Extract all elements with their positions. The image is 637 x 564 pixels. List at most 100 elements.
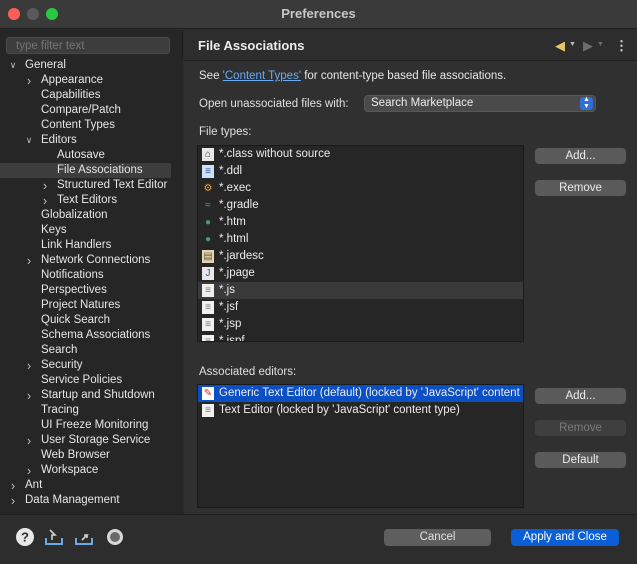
tree-item-compare-patch[interactable]: Compare/Patch: [0, 103, 171, 118]
tree-item-web-browser[interactable]: Web Browser: [0, 448, 171, 463]
export-preferences-icon[interactable]: [74, 527, 94, 547]
tree-item-label: Quick Search: [41, 314, 111, 326]
tree-item-capabilities[interactable]: Capabilities: [0, 88, 171, 103]
chevron-down-icon[interactable]: ∨: [8, 58, 18, 73]
apply-and-close-button[interactable]: Apply and Close: [511, 529, 619, 546]
file-type-item[interactable]: ⚙ *.exec: [198, 180, 523, 197]
tree-item-security[interactable]: › Security: [0, 358, 171, 373]
more-options-icon[interactable]: ⋮: [615, 38, 628, 54]
tree-item-link-handlers[interactable]: Link Handlers: [0, 238, 171, 253]
file-type-item[interactable]: ⌂ *.class without source: [198, 146, 523, 163]
tree-item-ui-freeze-monitoring[interactable]: UI Freeze Monitoring: [0, 418, 171, 433]
file-type-item[interactable]: ≈ *.gradle: [198, 197, 523, 214]
tree-item-globalization[interactable]: Globalization: [0, 208, 171, 223]
tree-item-label: Data Management: [25, 494, 120, 506]
web-globe-icon: ●: [204, 234, 212, 245]
filter-input[interactable]: [6, 37, 170, 54]
tree-item-label: Text Editors: [57, 194, 118, 206]
chevron-right-icon[interactable]: ›: [40, 178, 50, 193]
open-unassociated-select[interactable]: Search Marketplace ▲ ▼: [364, 95, 596, 112]
forward-arrow-icon[interactable]: ▶: [583, 38, 593, 54]
tree-item-service-policies[interactable]: Service Policies: [0, 373, 171, 388]
chevron-right-icon[interactable]: ›: [24, 253, 34, 268]
tree-item-search[interactable]: Search: [0, 343, 171, 358]
tree-item-perspectives[interactable]: Perspectives: [0, 283, 171, 298]
tree-item-schema-associations[interactable]: Schema Associations: [0, 328, 171, 343]
file-type-item[interactable]: ≡ *.jsf: [198, 299, 523, 316]
editors-remove-button[interactable]: Remove: [535, 420, 626, 436]
preferences-nav-pane: ∨ General › Appearance Capabilities Compare/P…: [0, 30, 183, 514]
chevron-right-icon[interactable]: ›: [24, 73, 34, 88]
file-types-list[interactable]: ⌂ *.class without source ≡ *.ddl ⚙ *.exec ≈ *.g…: [197, 145, 524, 342]
tree-scrollbar[interactable]: [172, 58, 183, 514]
tree-item-data-management[interactable]: › Data Management: [0, 493, 171, 508]
associated-editors-list[interactable]: ✎ Generic Text Editor (default) (locked b…: [197, 384, 524, 508]
updown-chevron-icon: ▲ ▼: [580, 96, 593, 110]
chevron-down-icon[interactable]: ∨: [24, 133, 34, 148]
file-types-remove-button[interactable]: Remove: [535, 180, 626, 196]
tree-item-startup-and-shutdown[interactable]: › Startup and Shutdown: [0, 388, 171, 403]
tree-item-autosave[interactable]: Autosave: [0, 148, 171, 163]
tree-item-workspace[interactable]: › Workspace: [0, 463, 171, 478]
chevron-right-icon[interactable]: ›: [40, 193, 50, 208]
tree-item-structured-text-editor[interactable]: › Structured Text Editor: [0, 178, 171, 193]
tree-item-file-associations[interactable]: File Associations: [0, 163, 171, 178]
tree-item-label: Appearance: [41, 74, 104, 86]
import-preferences-icon[interactable]: [44, 527, 64, 547]
file-type-item[interactable]: ≡ *.js: [198, 282, 523, 299]
back-arrow-icon[interactable]: ◀: [555, 38, 565, 54]
tree-item-label: Search: [41, 344, 78, 356]
tree-item-quick-search[interactable]: Quick Search: [0, 313, 171, 328]
tree-item-ant[interactable]: › Ant: [0, 478, 171, 493]
page-title: File Associations: [198, 38, 305, 53]
tree-item-label: Keys: [41, 224, 67, 236]
editor-item[interactable]: ✎ Generic Text Editor (default) (locked b…: [198, 385, 523, 402]
help-icon[interactable]: ?: [15, 527, 35, 547]
record-icon[interactable]: [105, 527, 125, 547]
tree-item-notifications[interactable]: Notifications: [0, 268, 171, 283]
file-type-item-label: *.jspf: [219, 335, 245, 342]
class-file-icon: ⌂: [202, 148, 214, 161]
tree-item-editors[interactable]: ∨ Editors: [0, 133, 171, 148]
text-file-icon: ≡: [202, 335, 214, 341]
file-type-item[interactable]: ≡ *.jspf: [198, 333, 523, 342]
back-menu-chevron-icon[interactable]: ▼: [569, 41, 576, 48]
tree-item-network-connections[interactable]: › Network Connections: [0, 253, 171, 268]
chevron-right-icon[interactable]: ›: [8, 493, 18, 508]
tree-item-keys[interactable]: Keys: [0, 223, 171, 238]
window-title: Preferences: [281, 6, 356, 21]
forward-menu-chevron-icon[interactable]: ▼: [597, 41, 604, 48]
file-type-item[interactable]: ● *.htm: [198, 214, 523, 231]
file-type-item[interactable]: ≡ *.ddl: [198, 163, 523, 180]
chevron-right-icon[interactable]: ›: [24, 433, 34, 448]
tree-item-content-types[interactable]: Content Types: [0, 118, 171, 133]
file-type-item-label: *.jsf: [219, 301, 239, 313]
cancel-button[interactable]: Cancel: [384, 529, 491, 546]
tree-item-label: Notifications: [41, 269, 104, 281]
chevron-right-icon[interactable]: ›: [24, 388, 34, 403]
file-type-item[interactable]: ≡ *.jsp: [198, 316, 523, 333]
chevron-right-icon[interactable]: ›: [8, 478, 18, 493]
tree-item-user-storage-service[interactable]: › User Storage Service: [0, 433, 171, 448]
tree-item-general[interactable]: ∨ General: [0, 58, 171, 73]
chevron-right-icon[interactable]: ›: [24, 463, 34, 478]
tree-item-appearance[interactable]: › Appearance: [0, 73, 171, 88]
chevron-right-icon[interactable]: ›: [24, 358, 34, 373]
editors-default-button[interactable]: Default: [535, 452, 626, 468]
tree-item-label: Content Types: [41, 119, 115, 131]
tree-item-tracing[interactable]: Tracing: [0, 403, 171, 418]
file-type-item[interactable]: ● *.html: [198, 231, 523, 248]
tree-item-text-editors[interactable]: › Text Editors: [0, 193, 171, 208]
tree-item-label: Globalization: [41, 209, 108, 221]
page-nav-tools: ◀ ▼ ▶ ▼ ⋮: [555, 38, 629, 54]
file-type-item[interactable]: J *.jpage: [198, 265, 523, 282]
web-globe-icon: ●: [204, 217, 212, 228]
file-types-add-button[interactable]: Add...: [535, 148, 626, 164]
editor-item[interactable]: ≡ Text Editor (locked by 'JavaScript' con…: [198, 402, 523, 419]
jardesc-file-icon: ▤: [202, 250, 214, 263]
content-types-link[interactable]: 'Content Types': [223, 70, 301, 82]
file-type-item[interactable]: ▤ *.jardesc: [198, 248, 523, 265]
editors-add-button[interactable]: Add...: [535, 388, 626, 404]
open-unassociated-label: Open unassociated files with:: [199, 98, 349, 110]
tree-item-project-natures[interactable]: Project Natures: [0, 298, 171, 313]
